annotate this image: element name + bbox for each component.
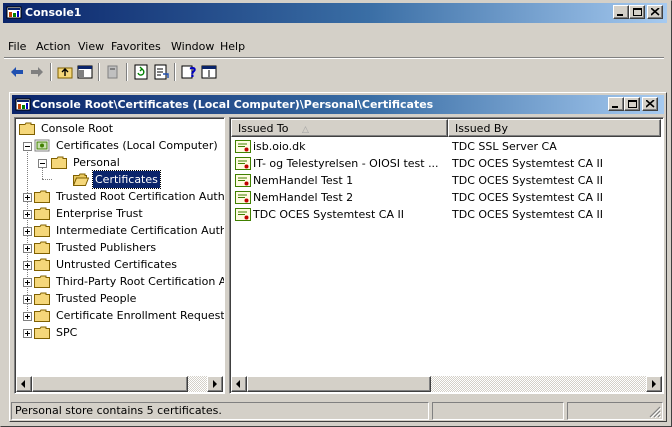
menu-bar: File Action View Favorites Window Help xyxy=(4,37,664,56)
delete-icon[interactable] xyxy=(104,63,122,81)
column-header-issued-by[interactable]: Issued By xyxy=(448,119,661,137)
window-title: Console1 xyxy=(25,6,82,19)
expand-toggle[interactable] xyxy=(23,329,32,338)
certificate-icon xyxy=(235,208,251,221)
scroll-thumb[interactable] xyxy=(247,376,431,392)
scroll-right-button[interactable] xyxy=(207,376,223,392)
collapse-toggle[interactable] xyxy=(38,159,47,168)
scroll-left-button[interactable] xyxy=(231,376,247,392)
window-titlebar[interactable]: Console1 xyxy=(3,3,667,23)
show-hide-tree-icon[interactable] xyxy=(76,63,94,81)
status-bar: Personal store contains 5 certificates. xyxy=(9,400,667,421)
mmc-console-icon xyxy=(15,98,31,111)
menu-file[interactable]: File xyxy=(6,37,28,56)
properties-icon[interactable] xyxy=(200,63,218,81)
folder-icon xyxy=(34,309,50,322)
scroll-left-button[interactable] xyxy=(16,376,32,392)
arrow-right-icon xyxy=(652,380,656,388)
folder-icon xyxy=(34,326,50,339)
list-item[interactable]: IT- og Telestyrelsen - OIOSI test ... TD… xyxy=(231,155,662,172)
help-icon[interactable]: ? xyxy=(180,63,198,81)
close-icon xyxy=(651,8,660,16)
arrow-left-icon xyxy=(236,380,240,388)
maximize-icon xyxy=(633,8,642,16)
minimize-icon xyxy=(617,14,623,16)
child-minimize-button[interactable] xyxy=(608,97,624,111)
list-item[interactable]: NemHandel Test 1 TDC OCES Systemtest CA … xyxy=(231,172,662,189)
back-arrow-icon[interactable] xyxy=(8,63,26,81)
child-window-title: Console Root\Certificates (Local Compute… xyxy=(32,98,434,111)
folder-icon xyxy=(51,156,67,169)
child-close-button[interactable] xyxy=(642,97,658,111)
menu-favorites[interactable]: Favorites xyxy=(109,37,163,56)
list-item[interactable]: TDC OCES Systemtest CA II TDC OCES Syste… xyxy=(231,206,662,223)
toolbar-separator xyxy=(98,63,100,81)
export-list-icon[interactable] xyxy=(152,63,170,81)
result-list[interactable]: Issued To △ Issued By isb.oio.dk TDC SSL… xyxy=(229,117,664,394)
certificate-icon xyxy=(235,174,251,187)
menu-help[interactable]: Help xyxy=(218,37,247,56)
tree-connector xyxy=(42,179,52,180)
expand-toggle[interactable] xyxy=(23,312,32,321)
status-pane xyxy=(567,402,663,420)
console-tree[interactable]: Console Root Certificates (Local Compute… xyxy=(14,117,225,394)
certificate-icon xyxy=(235,140,251,153)
svg-text:?: ? xyxy=(189,66,197,81)
certificate-icon xyxy=(235,191,251,204)
open-folder-icon xyxy=(73,173,89,186)
folder-icon xyxy=(34,224,50,237)
folder-icon xyxy=(34,275,50,288)
maximize-button[interactable] xyxy=(629,5,645,19)
folder-icon xyxy=(34,190,50,203)
forward-arrow-icon[interactable] xyxy=(28,63,46,81)
close-button[interactable] xyxy=(647,5,663,19)
sort-ascending-icon: △ xyxy=(302,125,309,135)
folder-icon xyxy=(34,292,50,305)
certificate-icon xyxy=(235,157,251,170)
expand-toggle[interactable] xyxy=(23,295,32,304)
expand-toggle[interactable] xyxy=(23,227,32,236)
list-item[interactable]: isb.oio.dk TDC SSL Server CA xyxy=(231,138,662,155)
menu-action[interactable]: Action xyxy=(34,37,72,56)
column-header-issued-to[interactable]: Issued To △ xyxy=(231,119,448,137)
expand-toggle[interactable] xyxy=(23,278,32,287)
certificate-snapin-icon xyxy=(34,139,50,152)
minimize-button[interactable] xyxy=(613,5,629,19)
tree-horizontal-scrollbar[interactable] xyxy=(16,376,223,392)
menu-window[interactable]: Window xyxy=(169,37,216,56)
toolbar-separator xyxy=(50,63,52,81)
status-message: Personal store contains 5 certificates. xyxy=(11,402,429,420)
child-window-titlebar[interactable]: Console Root\Certificates (Local Compute… xyxy=(12,95,664,114)
collapse-toggle[interactable] xyxy=(23,142,32,151)
expand-toggle[interactable] xyxy=(23,210,32,219)
status-pane xyxy=(432,402,564,420)
toolbar: ? xyxy=(4,59,664,85)
folder-icon xyxy=(34,258,50,271)
arrow-right-icon xyxy=(213,380,217,388)
expand-toggle[interactable] xyxy=(23,261,32,270)
child-maximize-button[interactable] xyxy=(624,97,640,111)
folder-icon xyxy=(19,122,35,135)
list-horizontal-scrollbar[interactable] xyxy=(231,376,662,392)
expand-toggle[interactable] xyxy=(23,244,32,253)
maximize-icon xyxy=(628,100,637,108)
close-icon xyxy=(646,100,655,108)
up-folder-icon[interactable] xyxy=(56,63,74,81)
menu-view[interactable]: View xyxy=(76,37,106,56)
mmc-console-icon xyxy=(6,6,22,19)
toolbar-separator xyxy=(126,63,128,81)
resize-grip-icon[interactable] xyxy=(649,406,661,418)
scroll-thumb[interactable] xyxy=(32,376,188,392)
refresh-icon[interactable] xyxy=(132,63,150,81)
toolbar-separator xyxy=(174,63,176,81)
scroll-right-button[interactable] xyxy=(646,376,662,392)
arrow-left-icon xyxy=(21,380,25,388)
folder-icon xyxy=(34,207,50,220)
list-item[interactable]: NemHandel Test 2 TDC OCES Systemtest CA … xyxy=(231,189,662,206)
folder-icon xyxy=(34,241,50,254)
minimize-icon xyxy=(612,106,618,108)
expand-toggle[interactable] xyxy=(23,193,32,202)
